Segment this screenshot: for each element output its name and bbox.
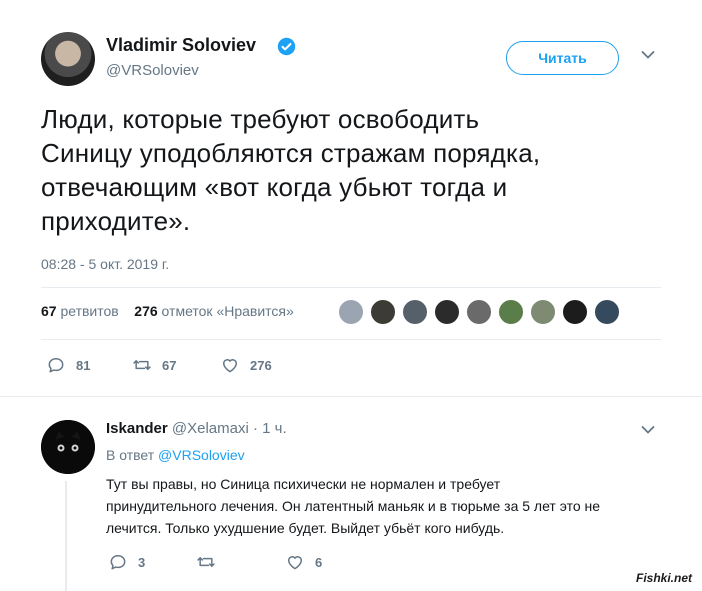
divider bbox=[41, 287, 661, 288]
reply-avatar[interactable] bbox=[41, 420, 95, 474]
divider bbox=[41, 339, 661, 340]
reply-icon bbox=[48, 358, 64, 373]
tweet-timestamp[interactable]: 08:28 - 5 окт. 2019 г. bbox=[41, 256, 169, 272]
retweets-count[interactable]: 67 bbox=[41, 303, 57, 319]
like-icon bbox=[223, 359, 237, 373]
liker-avatar[interactable] bbox=[498, 299, 524, 325]
likes-label[interactable]: отметок «Нравится» bbox=[162, 303, 294, 319]
thread-line bbox=[65, 481, 67, 591]
retweet-icon bbox=[133, 360, 151, 370]
reply-retweet-button[interactable] bbox=[196, 552, 226, 572]
reply-text-line: принудительного лечения. Он латентный ма… bbox=[106, 498, 601, 514]
retweet-count: 67 bbox=[162, 357, 177, 373]
liker-avatar[interactable] bbox=[402, 299, 428, 325]
chevron-down-icon[interactable] bbox=[641, 50, 655, 60]
reply-like-count: 6 bbox=[315, 554, 323, 570]
verified-icon bbox=[277, 37, 296, 56]
reply-author-name[interactable]: Iskander bbox=[106, 420, 168, 437]
cat-avatar-icon bbox=[41, 420, 95, 474]
reply-to-link[interactable]: @VRSoloviev bbox=[158, 447, 245, 463]
tweet-stats: 67 ретвитов 276 отметок «Нравится» bbox=[41, 303, 294, 319]
liker-avatar[interactable] bbox=[562, 299, 588, 325]
reply-count: 81 bbox=[76, 357, 91, 373]
liker-avatar[interactable] bbox=[594, 299, 620, 325]
reply-reply-button[interactable]: 3 bbox=[108, 552, 145, 572]
likes-count[interactable]: 276 bbox=[134, 303, 157, 319]
reply-reply-count: 3 bbox=[138, 554, 146, 570]
tweet-text-line: Люди, которые требуют освободить bbox=[41, 104, 480, 134]
divider bbox=[0, 396, 702, 397]
tweet-text-line: приходите». bbox=[41, 206, 191, 236]
reply-text: Тут вы правы, но Синица психически не но… bbox=[106, 473, 666, 539]
liker-avatar[interactable] bbox=[466, 299, 492, 325]
retweet-icon bbox=[197, 557, 215, 567]
follow-button[interactable]: Читать bbox=[506, 41, 619, 75]
reply-to-prefix: В ответ bbox=[106, 447, 155, 463]
reply-time[interactable]: · 1 ч. bbox=[253, 420, 287, 437]
reply-text-line: Тут вы правы, но Синица психически не но… bbox=[106, 476, 501, 492]
tweet-text: Люди, которые требуют освободить Синицу … bbox=[41, 102, 661, 238]
retweet-button[interactable]: 67 bbox=[132, 355, 176, 375]
reply-text-line: лечится. Только ухудшение будет. Выйдет … bbox=[106, 520, 505, 536]
like-count: 276 bbox=[250, 357, 272, 373]
liker-avatar[interactable] bbox=[338, 299, 364, 325]
chevron-down-icon[interactable] bbox=[641, 425, 655, 435]
reply-like-button[interactable]: 6 bbox=[285, 552, 322, 572]
liker-avatar[interactable] bbox=[434, 299, 460, 325]
tweet-text-line: отвечающим «вот когда убьют тогда и bbox=[41, 172, 508, 202]
reply-to: В ответ @VRSoloviev bbox=[106, 447, 245, 463]
tweet-text-line: Синицу уподобляются стражам порядка, bbox=[41, 138, 541, 168]
reply-header: Iskander @Xelamaxi · 1 ч. bbox=[106, 420, 287, 437]
watermark: Fishki.net bbox=[636, 571, 693, 585]
retweets-label[interactable]: ретвитов bbox=[60, 303, 118, 319]
like-button[interactable]: 276 bbox=[220, 355, 272, 375]
author-avatar[interactable] bbox=[41, 32, 95, 86]
reply-icon bbox=[110, 555, 126, 570]
author-handle[interactable]: @VRSoloviev bbox=[106, 62, 199, 79]
author-name[interactable]: Vladimir Soloviev bbox=[106, 35, 256, 56]
liker-avatar[interactable] bbox=[530, 299, 556, 325]
reply-actions: 3 6 bbox=[0, 552, 702, 574]
reply-author-handle[interactable]: @Xelamaxi bbox=[172, 420, 249, 437]
liker-avatar[interactable] bbox=[370, 299, 396, 325]
reply-button[interactable]: 81 bbox=[46, 355, 90, 375]
tweet-actions: 81 67 276 bbox=[0, 355, 702, 379]
like-icon bbox=[288, 556, 302, 570]
